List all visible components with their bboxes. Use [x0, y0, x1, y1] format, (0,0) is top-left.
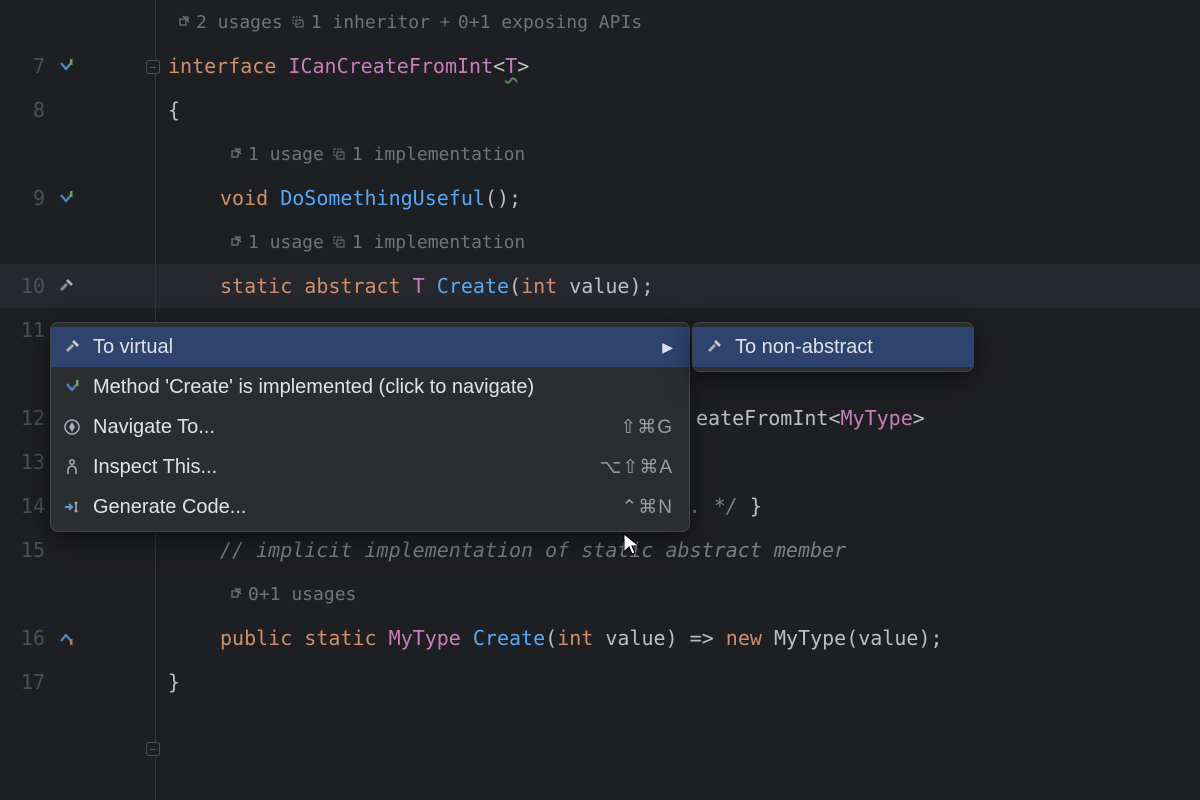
gutter-line-10[interactable]: 10: [0, 264, 155, 308]
menu-item-navigate[interactable]: Navigate To... ⇧⌘G: [51, 407, 689, 447]
exposing-hint: 0+1 exposing APIs: [458, 12, 642, 33]
gutter-line-16[interactable]: 16: [0, 616, 155, 660]
menu-item-inspect[interactable]: Inspect This... ⌥⇧⌘A: [51, 447, 689, 487]
compass-icon: [61, 416, 83, 438]
menu-item-implemented[interactable]: Method 'Create' is implemented (click to…: [51, 367, 689, 407]
hammer-icon: [703, 336, 725, 358]
gutter-line-9[interactable]: 9: [0, 176, 155, 220]
line-number: 10: [15, 274, 45, 298]
line-number: 7: [15, 54, 45, 78]
chevron-right-icon: ▶: [662, 339, 673, 356]
code-hint-method[interactable]: 1 usage 1 implementation: [156, 132, 1200, 176]
impl-hint: 1 implementation: [352, 232, 525, 253]
line-number: 8: [15, 98, 45, 122]
gutter-line-17[interactable]: 17: [0, 660, 155, 704]
menu-item-to-virtual[interactable]: To virtual ▶: [51, 327, 689, 367]
menu-shortcut: ⌃⌘N: [621, 496, 673, 519]
menu-label: Generate Code...: [93, 496, 611, 519]
code-hint-method[interactable]: 0+1 usages: [156, 572, 1200, 616]
fold-handle-icon[interactable]: ―: [146, 60, 160, 74]
line-number: 9: [15, 186, 45, 210]
line-number: 14: [15, 494, 45, 518]
menu-item-generate[interactable]: Generate Code... ⌃⌘N: [51, 487, 689, 527]
usages-hint: 1 usage: [248, 232, 324, 253]
code-line[interactable]: interface ICanCreateFromInt<T>: [156, 44, 1200, 88]
menu-shortcut: ⌥⇧⌘A: [600, 456, 674, 479]
menu-label: Navigate To...: [93, 416, 610, 439]
gutter-hint-spacer: [0, 0, 155, 44]
gutter-line-7[interactable]: 7: [0, 44, 155, 88]
menu-shortcut: ⇧⌘G: [620, 416, 673, 439]
generate-icon: [61, 496, 83, 518]
line-number: 17: [15, 670, 45, 694]
impl-hint: 1 implementation: [352, 144, 525, 165]
usages-hint: 1 usage: [248, 144, 324, 165]
menu-label: Method 'Create' is implemented (click to…: [93, 376, 673, 399]
implemented-down-icon[interactable]: [55, 55, 77, 77]
code-line[interactable]: void DoSomethingUseful();: [156, 176, 1200, 220]
fold-handle-icon[interactable]: ―: [146, 742, 160, 756]
code-line[interactable]: {: [156, 88, 1200, 132]
line-number: 15: [15, 538, 45, 562]
menu-item-to-nonabstract[interactable]: To non-abstract: [693, 327, 973, 367]
gutter-hint-spacer: [0, 572, 155, 616]
menu-label: To virtual: [93, 336, 652, 359]
gutter-hint-spacer: [0, 132, 155, 176]
hammer-icon: [61, 336, 83, 358]
gutter-line-15[interactable]: 15: [0, 528, 155, 572]
code-line-active[interactable]: static abstract T Create(int value);: [156, 264, 1200, 308]
gutter-hint-spacer: [0, 220, 155, 264]
inspect-icon: [61, 456, 83, 478]
implemented-down-icon: [61, 376, 83, 398]
code-hint-interface[interactable]: 2 usages 1 inheritor 0+1 exposing APIs: [156, 0, 1200, 44]
line-number: 11: [15, 318, 45, 342]
usages-hint: 2 usages: [196, 12, 283, 33]
implemented-down-icon[interactable]: [55, 187, 77, 209]
context-menu: To virtual ▶ Method 'Create' is implemen…: [50, 322, 690, 532]
code-line[interactable]: }: [156, 660, 1200, 704]
code-hint-method[interactable]: 1 usage 1 implementation: [156, 220, 1200, 264]
gutter-line-8[interactable]: 8: [0, 88, 155, 132]
code-line[interactable]: // implicit implementation of static abs…: [156, 528, 1200, 572]
line-number: 16: [15, 626, 45, 650]
hammer-icon[interactable]: [55, 275, 77, 297]
usages-hint: 0+1 usages: [248, 584, 356, 605]
line-number: 13: [15, 450, 45, 474]
overrides-up-icon[interactable]: [55, 627, 77, 649]
menu-label: To non-abstract: [735, 336, 957, 359]
context-submenu: To non-abstract: [692, 322, 974, 372]
code-line[interactable]: public static MyType Create(int value) =…: [156, 616, 1200, 660]
inheritor-hint: 1 inheritor: [311, 12, 430, 33]
menu-label: Inspect This...: [93, 456, 590, 479]
line-number: 12: [15, 406, 45, 430]
